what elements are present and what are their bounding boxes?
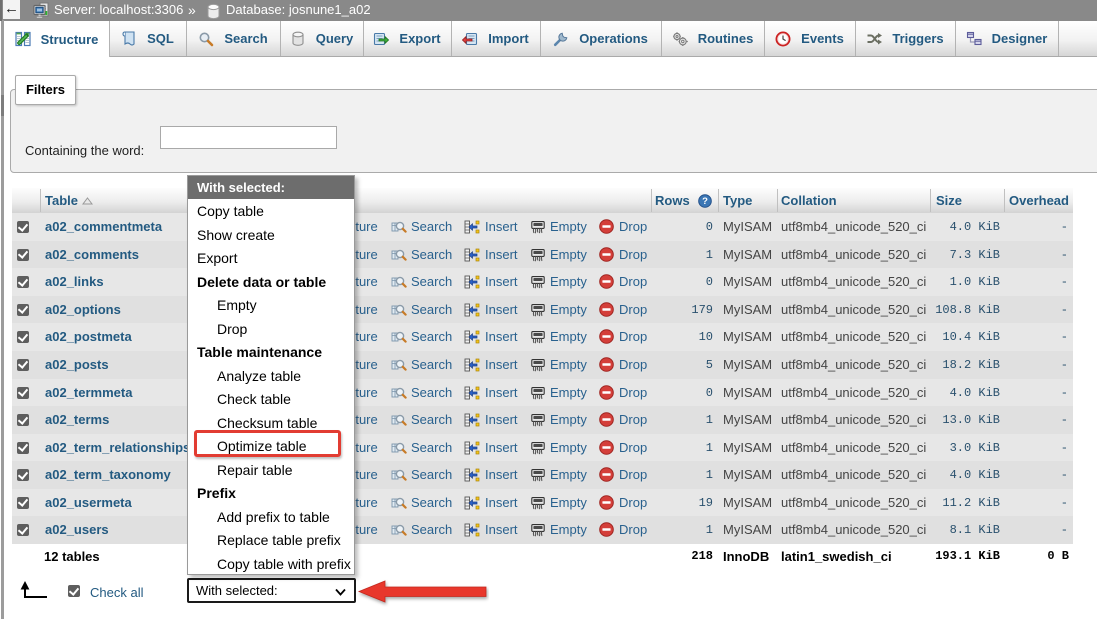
svg-text:?: ? xyxy=(702,196,708,207)
